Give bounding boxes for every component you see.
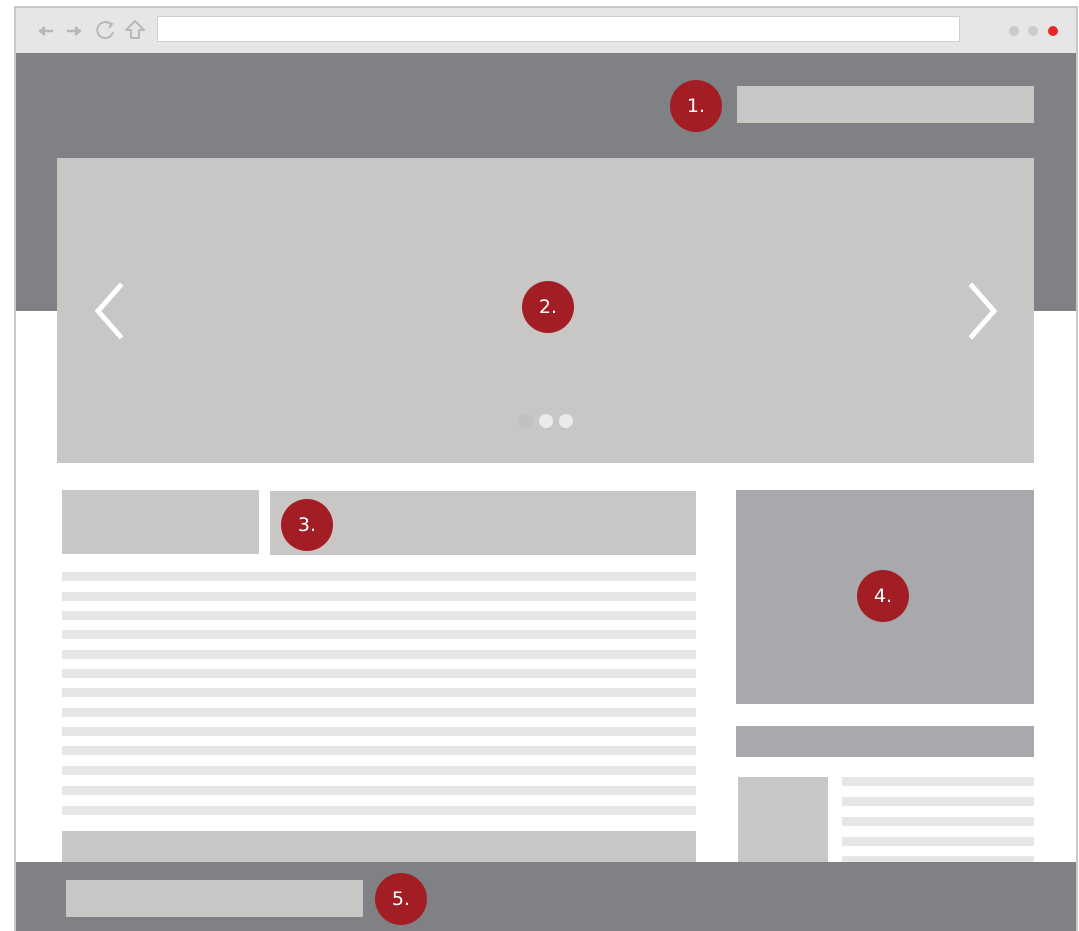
sidebar-text-line: [842, 777, 1034, 786]
chevron-right-icon[interactable]: [966, 282, 1002, 340]
text-line-placeholder: [62, 592, 696, 601]
text-line-placeholder: [62, 669, 696, 678]
address-bar[interactable]: [157, 16, 960, 42]
home-icon[interactable]: [124, 19, 146, 41]
slide-indicator-dot[interactable]: [519, 414, 533, 428]
marker-5: 5.: [375, 873, 427, 925]
text-line-placeholder: [62, 688, 696, 697]
text-line-placeholder: [62, 746, 696, 755]
marker-1: 1.: [670, 80, 722, 132]
marker-2: 2.: [522, 281, 574, 333]
header-nav-placeholder: [737, 86, 1034, 123]
text-line-placeholder: [62, 806, 696, 815]
window-control-dot[interactable]: [1028, 26, 1038, 36]
sidebar-text-line: [842, 797, 1034, 806]
forward-arrow-icon[interactable]: [64, 21, 84, 41]
marker-4: 4.: [857, 570, 909, 622]
window-control-dot[interactable]: [1009, 26, 1019, 36]
content-block-placeholder: [62, 831, 696, 863]
content-image-placeholder: [62, 490, 259, 554]
sidebar-heading-placeholder: [736, 726, 1034, 757]
window-close-dot[interactable]: [1048, 26, 1058, 36]
content-title-placeholder: [270, 491, 696, 555]
marker-3: 3.: [281, 499, 333, 551]
text-line-placeholder: [62, 572, 696, 581]
slide-indicator-dot[interactable]: [539, 414, 553, 428]
text-line-placeholder: [62, 708, 696, 717]
slide-indicator-dot[interactable]: [559, 414, 573, 428]
text-line-placeholder: [62, 630, 696, 639]
reload-icon[interactable]: [94, 19, 116, 41]
text-line-placeholder: [62, 727, 696, 736]
sidebar-text-line: [842, 837, 1034, 846]
sidebar-image-placeholder: [738, 777, 828, 863]
footer-placeholder: [66, 880, 363, 917]
text-line-placeholder: [62, 766, 696, 775]
text-line-placeholder: [62, 786, 696, 795]
text-line-placeholder: [62, 650, 696, 659]
chevron-left-icon[interactable]: [90, 282, 126, 340]
text-line-placeholder: [62, 611, 696, 620]
back-arrow-icon[interactable]: [36, 21, 56, 41]
sidebar-text-line: [842, 817, 1034, 826]
